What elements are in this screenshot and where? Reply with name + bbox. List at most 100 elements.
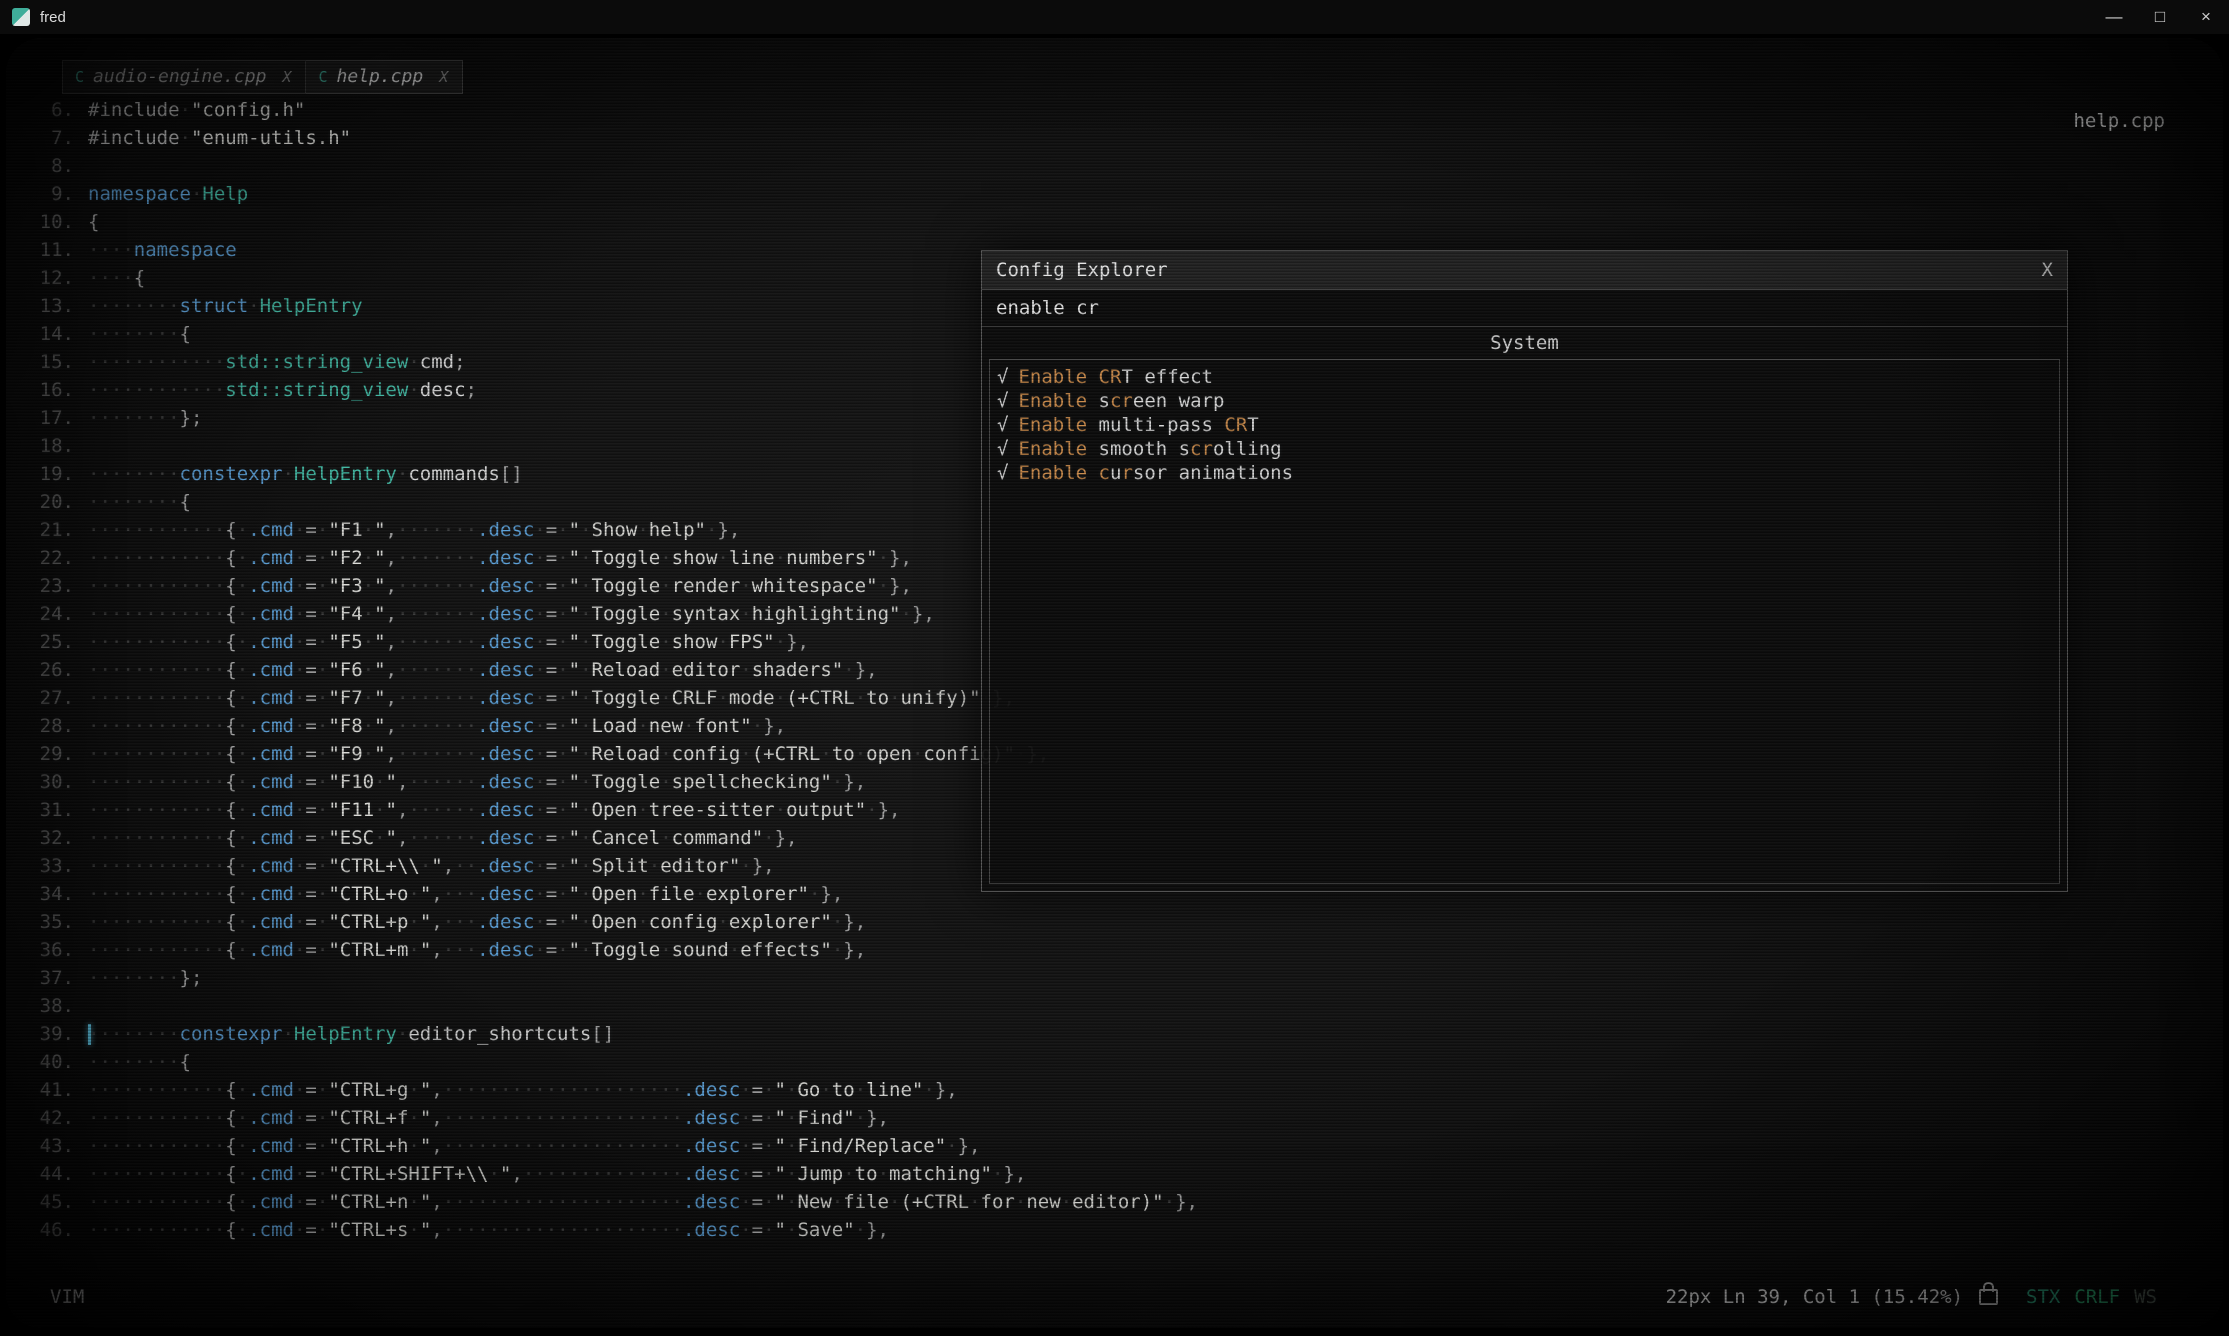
option-label-text: T xyxy=(1247,414,1258,436)
code-line-39[interactable]: 39.········constexpr·HelpEntry·editor_sh… xyxy=(26,1020,1198,1048)
line-number: 20. xyxy=(26,488,74,516)
line-number: 11. xyxy=(26,236,74,264)
config-option[interactable]: √Enable cursor animations xyxy=(997,461,2052,485)
checkbox-checked-icon[interactable]: √ xyxy=(997,414,1008,436)
option-label-text xyxy=(1087,366,1098,388)
code-line-9[interactable]: 9.namespace·Help xyxy=(26,180,1198,208)
option-label-text: s xyxy=(1087,390,1110,412)
close-icon[interactable]: X xyxy=(2042,259,2053,281)
tab-audio-engine.cpp[interactable]: Caudio-engine.cpp X xyxy=(62,60,306,94)
option-label-text: sor animations xyxy=(1133,462,1293,484)
app-icon xyxy=(12,8,30,26)
code-line-8[interactable]: 8. xyxy=(26,152,1198,180)
cpp-file-icon: C xyxy=(75,68,84,86)
line-number: 14. xyxy=(26,320,74,348)
line-number: 38. xyxy=(26,992,74,1020)
status-flags: STXCRLFWS xyxy=(2012,1286,2157,1308)
line-number: 29. xyxy=(26,740,74,768)
line-number: 27. xyxy=(26,684,74,712)
line-number: 21. xyxy=(26,516,74,544)
active-filename-overlay: help.cpp xyxy=(2073,110,2165,132)
match-highlight: Enable xyxy=(1018,462,1087,484)
match-highlight: CR xyxy=(1224,414,1247,436)
match-highlight: cr xyxy=(1110,390,1133,412)
code-line-43[interactable]: 43.············{·.cmd·=·"CTRL+h·",······… xyxy=(26,1132,1198,1160)
line-number: 44. xyxy=(26,1160,74,1188)
tab-close-icon[interactable]: X xyxy=(439,68,448,86)
crt-content: Caudio-engine.cpp X Chelp.cpp X help.cpp 6.… xyxy=(6,38,2223,1328)
line-number: 24. xyxy=(26,600,74,628)
line-number: 40. xyxy=(26,1048,74,1076)
cpp-file-icon: C xyxy=(318,68,327,86)
match-highlight: Enable xyxy=(1018,414,1087,436)
line-number: 25. xyxy=(26,628,74,656)
checkbox-checked-icon[interactable]: √ xyxy=(997,390,1008,412)
line-number: 36. xyxy=(26,936,74,964)
line-number: 43. xyxy=(26,1132,74,1160)
tab-help.cpp[interactable]: Chelp.cpp X xyxy=(306,60,463,94)
checkbox-checked-icon[interactable]: √ xyxy=(997,366,1008,388)
code-line-46[interactable]: 46.············{·.cmd·=·"CTRL+s·",······… xyxy=(26,1216,1198,1244)
tab-label: help.cpp xyxy=(336,66,423,87)
code-line-45[interactable]: 45.············{·.cmd·=·"CTRL+n·",······… xyxy=(26,1188,1198,1216)
code-line-41[interactable]: 41.············{·.cmd·=·"CTRL+g·",······… xyxy=(26,1076,1198,1104)
config-explorer-panel: Config Explorer X System √Enable CRT eff… xyxy=(981,250,2068,892)
line-number: 32. xyxy=(26,824,74,852)
line-number: 30. xyxy=(26,768,74,796)
status-bar: VIM 22px Ln 39, Col 1 (15.42%) STXCRLFWS xyxy=(6,1286,2223,1316)
code-line-7[interactable]: 7.#include·"enum-utils.h" xyxy=(26,124,1198,152)
tab-close-icon[interactable]: X xyxy=(282,68,291,86)
config-search-row xyxy=(982,290,2067,327)
checkbox-checked-icon[interactable]: √ xyxy=(997,462,1008,484)
minimize-button[interactable]: — xyxy=(2091,0,2137,34)
option-label-text: multi-pass xyxy=(1087,414,1224,436)
checkbox-checked-icon[interactable]: √ xyxy=(997,438,1008,460)
config-section-header: System xyxy=(982,327,2067,359)
crt-screen: Caudio-engine.cpp X Chelp.cpp X help.cpp 6.… xyxy=(0,34,2229,1336)
line-number: 22. xyxy=(26,544,74,572)
line-number: 26. xyxy=(26,656,74,684)
code-line-44[interactable]: 44.············{·.cmd·=·"CTRL+SHIFT+\\·"… xyxy=(26,1160,1198,1188)
line-number: 28. xyxy=(26,712,74,740)
code-line-35[interactable]: 35.············{·.cmd·=·"CTRL+p·",···.de… xyxy=(26,908,1198,936)
code-line-42[interactable]: 42.············{·.cmd·=·"CTRL+f·",······… xyxy=(26,1104,1198,1132)
code-line-37[interactable]: 37.········}; xyxy=(26,964,1198,992)
status-info: 22px Ln 39, Col 1 (15.42%) xyxy=(1666,1286,1963,1308)
config-option[interactable]: √ Enable multi-pass CRT xyxy=(997,413,2052,437)
line-number: 18. xyxy=(26,432,74,460)
line-number: 16. xyxy=(26,376,74,404)
code-line-38[interactable]: 38. xyxy=(26,992,1198,1020)
line-number: 10. xyxy=(26,208,74,236)
window-title: fred xyxy=(40,9,66,26)
vim-mode-indicator: VIM xyxy=(50,1286,84,1308)
option-label-text xyxy=(1087,462,1098,484)
line-number: 42. xyxy=(26,1104,74,1132)
match-highlight: r xyxy=(1121,462,1132,484)
match-highlight: Enable xyxy=(1018,390,1087,412)
line-number: 35. xyxy=(26,908,74,936)
config-search-input[interactable] xyxy=(988,297,2061,319)
close-button[interactable]: × xyxy=(2183,0,2229,34)
option-label-text: olling xyxy=(1213,438,1282,460)
app-window: fred — □ × Caudio-engine.cpp X Chelp.cpp X … xyxy=(0,0,2229,1336)
config-option[interactable]: √ Enable screen warp xyxy=(997,389,2052,413)
window-controls: — □ × xyxy=(2091,0,2229,34)
config-option[interactable]: √Enable smooth scrolling xyxy=(997,437,2052,461)
code-line-6[interactable]: 6.#include·"config.h" xyxy=(26,96,1198,124)
status-right-group: 22px Ln 39, Col 1 (15.42%) STXCRLFWS xyxy=(1666,1286,2157,1308)
code-line-36[interactable]: 36.············{·.cmd·=·"CTRL+m·",···.de… xyxy=(26,936,1198,964)
titlebar: fred — □ × xyxy=(0,0,2229,34)
tab-label: audio-engine.cpp xyxy=(93,66,266,87)
status-flag-stx: STX xyxy=(2026,1286,2060,1308)
line-number: 8. xyxy=(26,152,74,180)
option-label-text: een warp xyxy=(1133,390,1225,412)
code-line-40[interactable]: 40.········{ xyxy=(26,1048,1198,1076)
code-line-10[interactable]: 10.{ xyxy=(26,208,1198,236)
line-number: 37. xyxy=(26,964,74,992)
maximize-button[interactable]: □ xyxy=(2137,0,2183,34)
option-label-text: smooth s xyxy=(1087,438,1190,460)
config-explorer-header: Config Explorer X xyxy=(982,251,2067,290)
config-option[interactable]: √Enable CRT effect xyxy=(997,365,2052,389)
line-number: 41. xyxy=(26,1076,74,1104)
line-number: 7. xyxy=(26,124,74,152)
